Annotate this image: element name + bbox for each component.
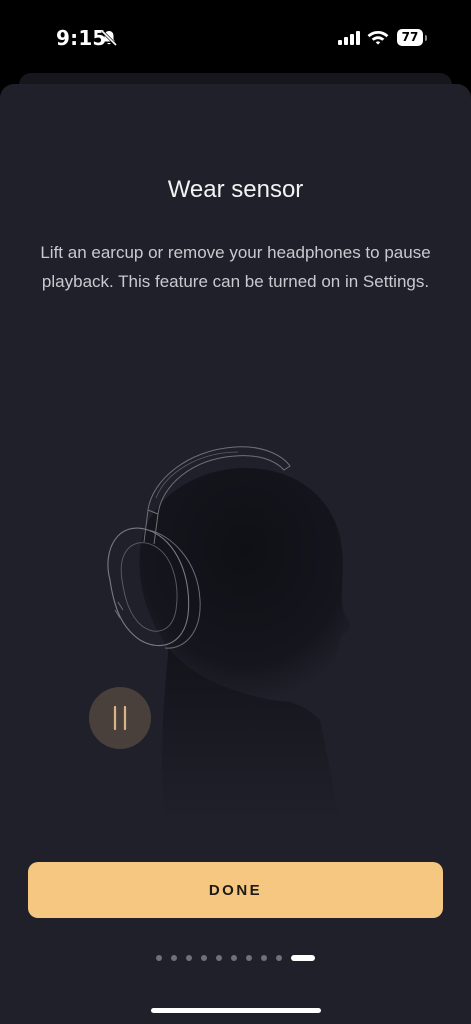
done-button[interactable]: DONE [28,862,443,918]
page-dot[interactable] [171,955,177,961]
status-time: 9:15 [56,26,107,50]
head-with-headphones-illustration [107,446,350,820]
page-dot[interactable] [231,955,237,961]
pause-indicator [89,687,151,749]
page-dot[interactable] [216,955,222,961]
battery-icon: 77 [397,29,428,47]
battery-level: 77 [401,30,419,44]
pause-icon [113,705,127,731]
bell-muted-icon [100,29,118,47]
page-dot[interactable] [156,955,162,961]
page-dot[interactable] [246,955,252,961]
page-title: Wear sensor [167,176,304,203]
page-dot[interactable] [186,955,192,961]
battery-cap [425,35,427,41]
page-indicator [0,954,471,962]
status-bar: 9:15 77 [0,0,471,72]
page-dot-active[interactable] [291,955,315,961]
page-dot[interactable] [201,955,207,961]
cellular-signal-icon [338,31,360,45]
page-description: Lift an earcup or remove your headphones… [40,243,431,291]
home-indicator[interactable] [151,1008,321,1013]
wifi-icon [367,31,389,45]
page-dot[interactable] [276,955,282,961]
page-dot[interactable] [261,955,267,961]
